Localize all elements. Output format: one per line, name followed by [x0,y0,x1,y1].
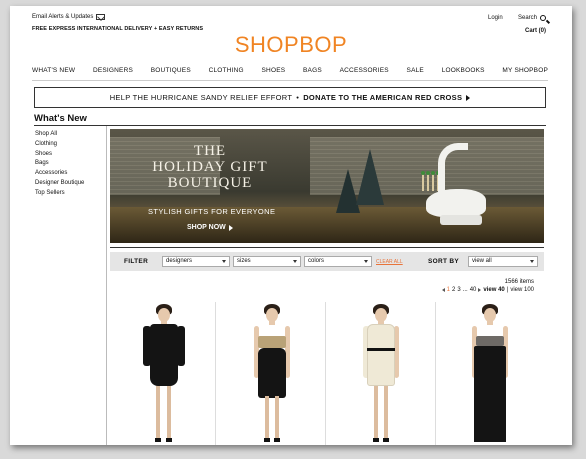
sidebar-item-top-sellers[interactable]: Top Sellers [35,189,84,199]
sizes-select[interactable]: sizes [233,256,301,267]
sidebar-item-clothing[interactable]: Clothing [35,140,84,150]
nav-item-my-shopbop[interactable]: MY SHOPBOP [502,67,548,74]
shoe [155,438,161,442]
sidebar-divider [106,126,107,445]
dress-skirt [258,348,286,398]
dress-bodice [258,336,286,348]
dress [150,324,178,386]
nav-divider [32,80,548,81]
neck [487,319,493,325]
page-ellipsis: ... [462,287,468,293]
next-page-icon[interactable] [478,288,482,292]
filter-label: FILTER [124,258,149,265]
page-link[interactable]: 3 [457,287,460,293]
search-button[interactable]: Search [518,15,547,21]
item-count: 1566 items [504,279,534,285]
sidebar-item-shop-all[interactable]: Shop All [35,130,84,140]
hero-title-line: HOLIDAY GIFT [152,159,268,175]
filter-bar: FILTER designers sizes colors CLEAR ALL … [110,252,544,271]
sidebar-item-shoes[interactable]: Shoes [35,150,84,160]
shoe [264,438,270,442]
product-image-black-mini-dress[interactable] [134,302,194,445]
shoe [373,438,379,442]
pagination: 1 2 3 ... 40 view 40 | view 100 [441,287,534,293]
relief-banner[interactable]: HELP THE HURRICANE SANDY RELIEF EFFORT •… [34,87,546,108]
section-title: What's New [34,113,87,124]
neck [269,319,275,325]
shopbop-logo[interactable]: SHOPBOP [10,32,572,58]
login-link[interactable]: Login [488,15,503,21]
colors-select[interactable]: colors [304,256,372,267]
prev-page-icon[interactable] [441,288,445,292]
leg [374,386,378,438]
sidebar: Shop All Clothing Shoes Bags Accessories… [35,130,84,199]
envelope-icon [96,14,106,20]
product-image-gold-black-dress[interactable] [242,302,302,445]
nav-item-sale[interactable]: SALE [407,67,424,74]
banner-separator: • [296,93,300,102]
leg [167,386,171,438]
product-image-black-gown[interactable] [460,302,520,445]
glitter-tree-large [356,149,384,205]
main-nav: WHAT'S NEW DESIGNERS BOUTIQUES CLOTHING … [32,67,548,74]
email-alerts-label: Email Alerts & Updates [32,14,94,20]
leg [156,386,160,438]
hero-title-line: BOUTIQUE [167,175,253,191]
sort-label: SORT BY [428,258,459,265]
sidebar-item-designer-boutique[interactable]: Designer Boutique [35,179,84,189]
section-divider [34,125,546,126]
leg [265,396,269,440]
shop-now-button[interactable]: SHOP NOW [187,224,233,231]
search-icon [540,15,547,21]
swan-base [440,215,482,225]
dress-skirt [474,346,506,442]
product-divider [325,302,326,445]
banner-cta[interactable]: DONATE TO THE AMERICAN RED CROSS [303,93,462,102]
shop-now-label: SHOP NOW [187,224,226,231]
leg [384,386,388,438]
sleeve [177,326,185,366]
view-divider: | [506,287,509,293]
nav-item-clothing[interactable]: CLOTHING [209,67,244,74]
dress-bodice [476,336,504,346]
shoe [274,438,280,442]
nav-item-accessories[interactable]: ACCESSORIES [340,67,389,74]
view-40-link[interactable]: view 40 [483,287,504,293]
product-divider [435,302,436,445]
product-divider [215,302,216,445]
search-label: Search [518,15,538,21]
sidebar-item-accessories[interactable]: Accessories [35,169,84,179]
shoe [383,438,389,442]
sidebar-item-bags[interactable]: Bags [35,159,84,169]
filter-divider [110,247,544,248]
arrow-right-icon [466,94,471,101]
nav-item-designers[interactable]: DESIGNERS [93,67,133,74]
sort-select[interactable]: view all [468,256,538,267]
shoe [166,438,172,442]
dress [367,324,395,386]
holiday-gift-hero[interactable]: THE HOLIDAY GIFT BOUTIQUE STYLISH GIFTS … [110,129,544,243]
designers-select[interactable]: designers [162,256,230,267]
page-link[interactable]: 1 [447,287,450,293]
email-alerts-link[interactable]: Email Alerts & Updates [32,14,106,20]
nav-item-whats-new[interactable]: WHAT'S NEW [32,67,75,74]
dress-belt [367,348,395,351]
page-link[interactable]: 40 [470,287,477,293]
nav-item-lookbooks[interactable]: LOOKBOOKS [442,67,485,74]
page-link[interactable]: 2 [452,287,455,293]
nav-item-shoes[interactable]: SHOES [262,67,286,74]
clear-all-link[interactable]: CLEAR ALL [376,259,403,265]
nav-item-bags[interactable]: BAGS [303,67,322,74]
product-image-cream-dress[interactable] [351,302,411,445]
leg [275,396,279,440]
banner-text: HELP THE HURRICANE SANDY RELIEF EFFORT [109,93,293,102]
nav-item-boutiques[interactable]: BOUTIQUES [151,67,191,74]
arrow-right-icon [228,224,233,231]
view-100-link[interactable]: view 100 [510,287,534,293]
hero-title-line: THE [193,143,227,159]
browser-page: Email Alerts & Updates FREE EXPRESS INTE… [10,6,572,445]
hero-subtitle: STYLISH GIFTS FOR EVERYONE [148,207,276,216]
swan-body [426,189,486,217]
hero-title: THE HOLIDAY GIFT BOUTIQUE [140,143,280,191]
